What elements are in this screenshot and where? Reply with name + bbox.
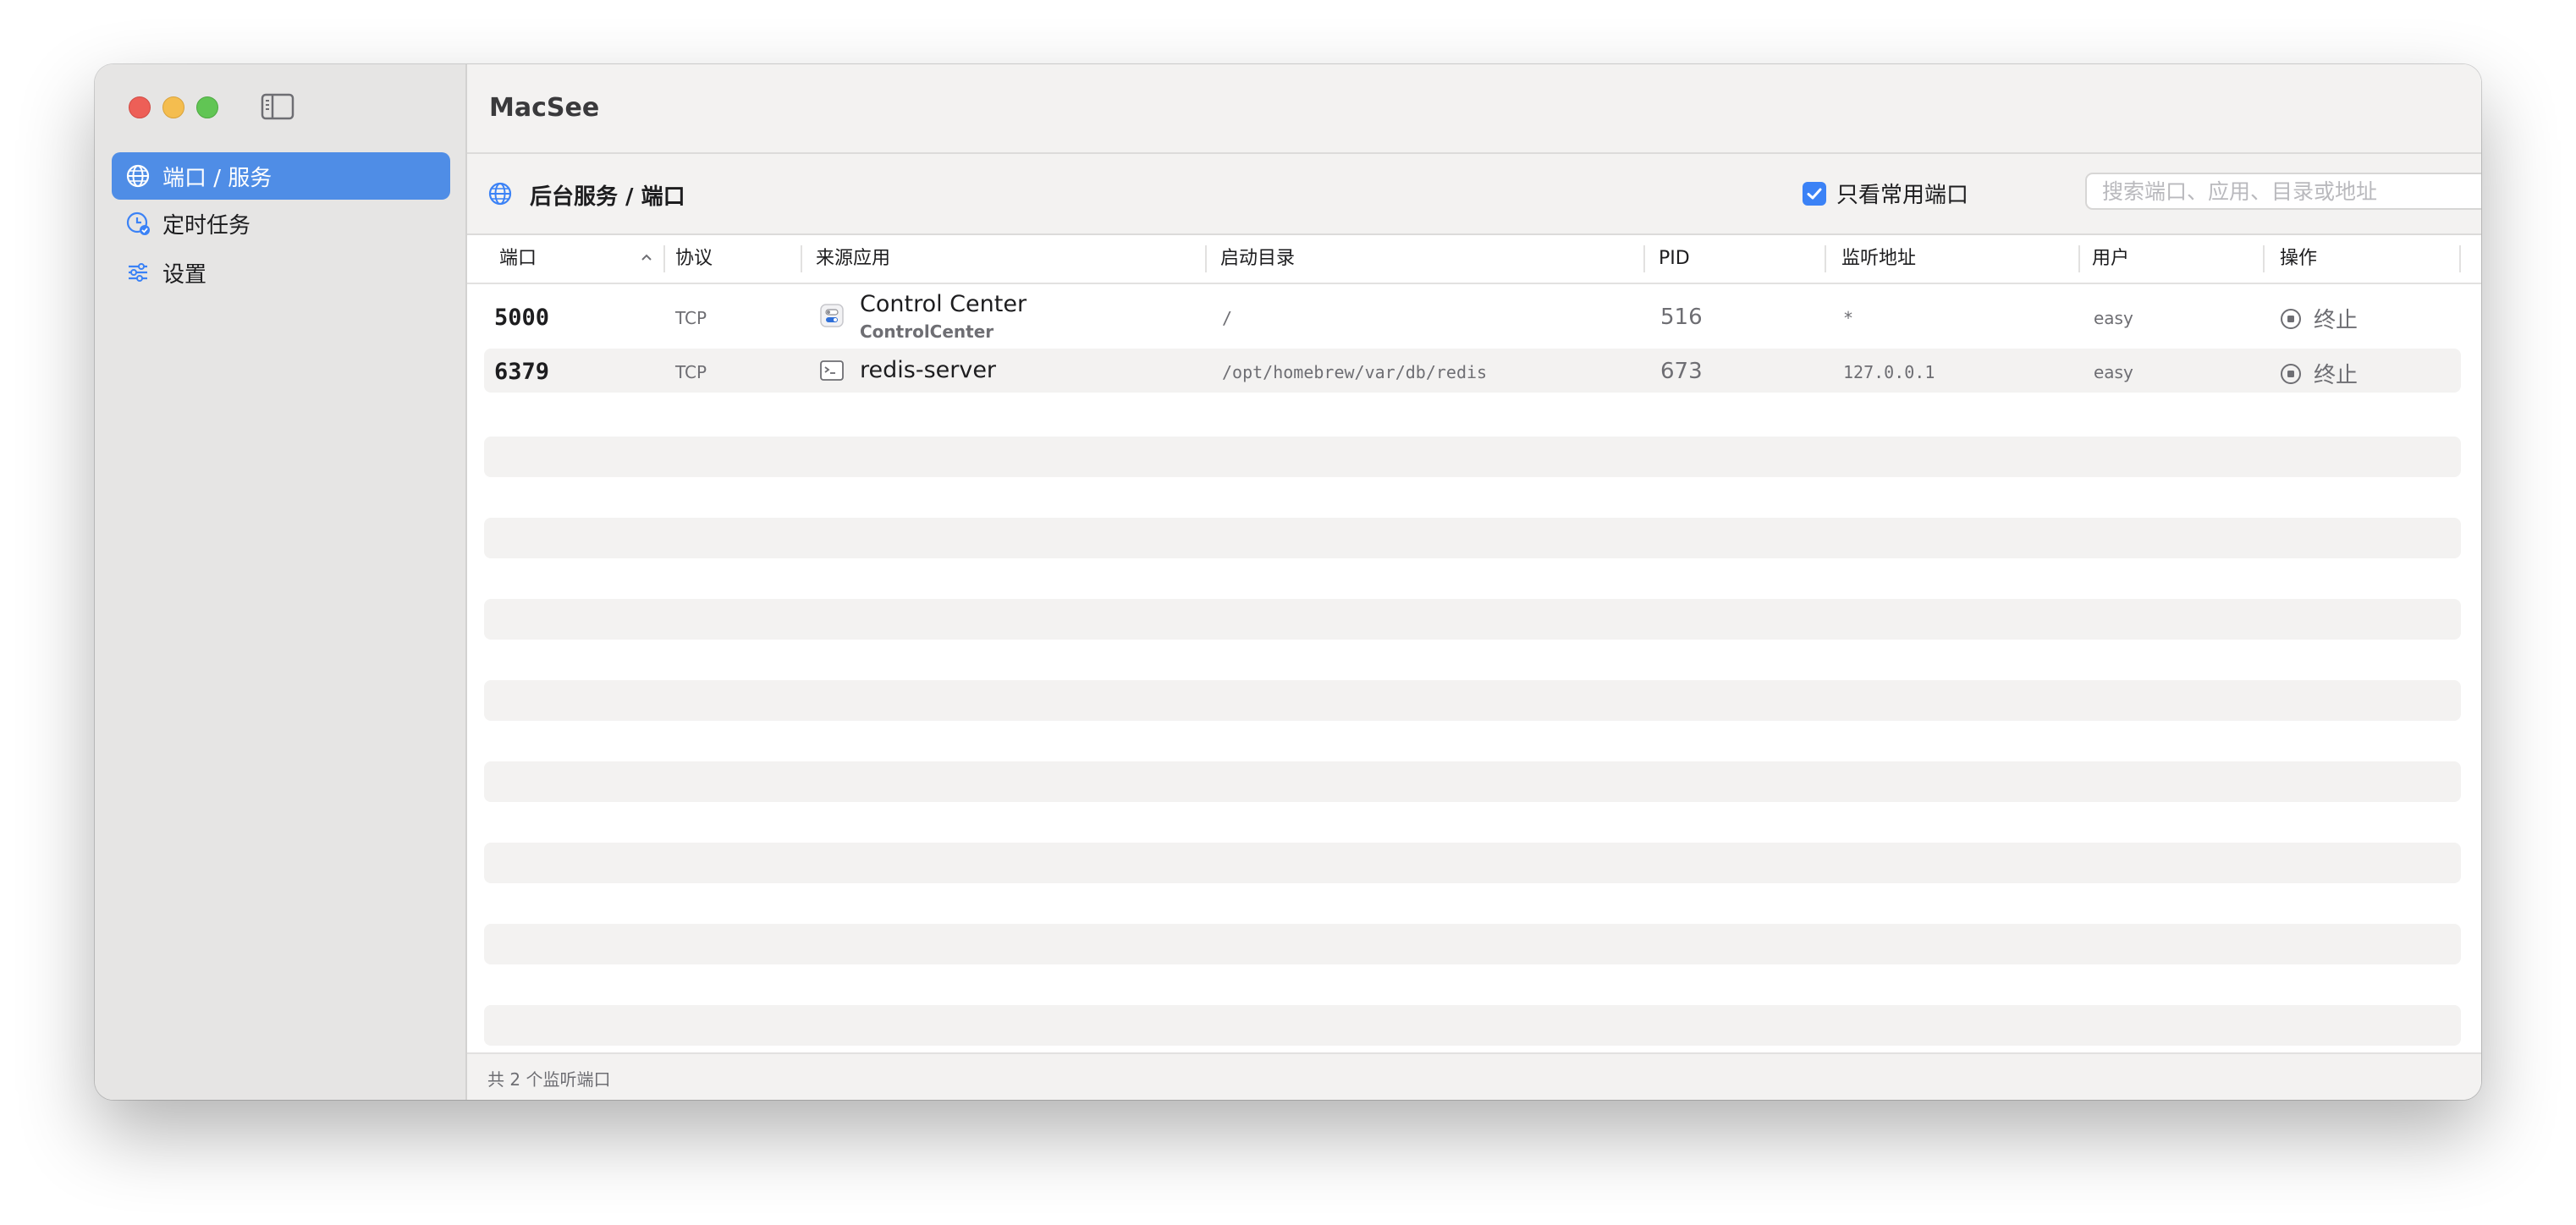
empty-table-row: [484, 680, 2461, 721]
empty-table-row: [484, 761, 2461, 802]
user-cell: easy: [2094, 308, 2133, 328]
common-ports-label: 只看常用端口: [1836, 183, 1969, 208]
protocol-cell: TCP: [675, 308, 707, 328]
sidebar-item-ports[interactable]: 端口 / 服务: [112, 152, 450, 200]
pid-cell: 673: [1660, 359, 1703, 384]
terminate-button[interactable]: 终止: [2280, 358, 2358, 389]
close-window-button[interactable]: [129, 96, 151, 118]
stop-circle-icon: [2280, 308, 2302, 330]
column-header-action: 操作: [2280, 248, 2318, 269]
globe-icon: [487, 181, 513, 206]
column-header-listen-address[interactable]: 监听地址: [1841, 247, 1916, 271]
protocol-cell: TCP: [675, 362, 707, 382]
sidebar-item-label: 端口 / 服务: [162, 165, 272, 191]
column-divider[interactable]: [1825, 245, 1826, 272]
column-header-port[interactable]: 端口: [499, 247, 537, 271]
column-header-directory[interactable]: 启动目录: [1220, 247, 1295, 271]
column-header-protocol[interactable]: 协议: [675, 247, 713, 271]
checkmark-icon: [1807, 188, 1822, 199]
title-bar: MacSee: [467, 64, 2481, 154]
minimize-window-button[interactable]: [162, 96, 184, 118]
app-name: Control Center: [860, 291, 1027, 317]
common-ports-filter[interactable]: 只看常用端口: [1803, 178, 1968, 209]
sort-ascending-icon[interactable]: [640, 250, 653, 266]
listening-port-count: 共 2 个监听端口: [487, 1069, 611, 1090]
address-cell: *: [1843, 308, 1854, 328]
column-divider[interactable]: [2078, 245, 2080, 272]
section-title: 后台服务 / 端口: [530, 184, 685, 210]
pid-cell: 516: [1660, 305, 1703, 330]
column-divider[interactable]: [2263, 245, 2265, 272]
control-center-icon: [819, 303, 845, 332]
toolbar: 后台服务 / 端口 只看常用端口: [467, 154, 2481, 235]
sidebar-item-label: 定时任务: [162, 212, 251, 239]
column-divider[interactable]: [1205, 245, 1207, 272]
stop-circle-icon: [2280, 363, 2302, 385]
empty-table-row: [484, 437, 2461, 477]
column-divider[interactable]: [1643, 245, 1645, 272]
app-process-name: ControlCenter: [860, 321, 994, 342]
terminate-label: 终止: [2314, 363, 2359, 388]
column-header-source-app[interactable]: 来源应用: [816, 247, 890, 271]
sliders-icon: [125, 260, 151, 285]
clock-badge-icon: [125, 211, 151, 236]
empty-table-row: [484, 599, 2461, 640]
app-window: 端口 / 服务 定时任务 设置 MacSee 后台服务 / 端口 只看常用端口 …: [95, 64, 2481, 1100]
directory-cell: /opt/homebrew/var/db/redis: [1222, 362, 1488, 382]
terminate-button[interactable]: 终止: [2280, 303, 2358, 334]
sidebar-item-scheduled-tasks[interactable]: 定时任务: [112, 200, 450, 247]
column-divider[interactable]: [801, 245, 802, 272]
zoom-window-button[interactable]: [196, 96, 218, 118]
empty-table-row: [484, 924, 2461, 964]
table-row[interactable]: 6379 TCP redis-server /opt/homebrew/var/…: [484, 349, 2461, 393]
column-divider[interactable]: [663, 245, 665, 272]
main-content: MacSee 后台服务 / 端口 只看常用端口 搜索端口、应用、目录或地址 端口…: [467, 64, 2481, 1100]
empty-table-row: [484, 1005, 2461, 1046]
address-cell: 127.0.0.1: [1843, 362, 1935, 382]
sidebar: 端口 / 服务 定时任务 设置: [95, 64, 467, 1100]
user-cell: easy: [2094, 362, 2133, 382]
port-cell: 5000: [494, 305, 550, 331]
empty-table-row: [484, 843, 2461, 883]
globe-icon: [125, 163, 151, 189]
status-bar: 共 2 个监听端口: [467, 1052, 2481, 1100]
terminal-icon: [819, 358, 845, 387]
sidebar-item-settings[interactable]: 设置: [112, 249, 450, 296]
sidebar-item-label: 设置: [162, 261, 207, 288]
column-header-pid[interactable]: PID: [1659, 247, 1690, 271]
terminate-label: 终止: [2314, 308, 2359, 333]
search-input[interactable]: [2085, 173, 2481, 210]
table-row[interactable]: 5000 TCP Control Center ControlCenter / …: [484, 286, 2461, 345]
sidebar-toggle-icon[interactable]: [261, 93, 294, 120]
column-divider: [2459, 245, 2461, 272]
empty-table-row: [484, 518, 2461, 558]
common-ports-checkbox[interactable]: [1803, 181, 1826, 206]
app-title: MacSee: [489, 93, 600, 123]
port-cell: 6379: [494, 359, 550, 385]
app-name: redis-server: [860, 357, 997, 383]
table-header: 端口 协议 来源应用 启动目录 PID 监听地址 用户 操作: [467, 235, 2481, 284]
directory-cell: /: [1222, 308, 1233, 328]
column-header-user[interactable]: 用户: [2092, 247, 2129, 271]
